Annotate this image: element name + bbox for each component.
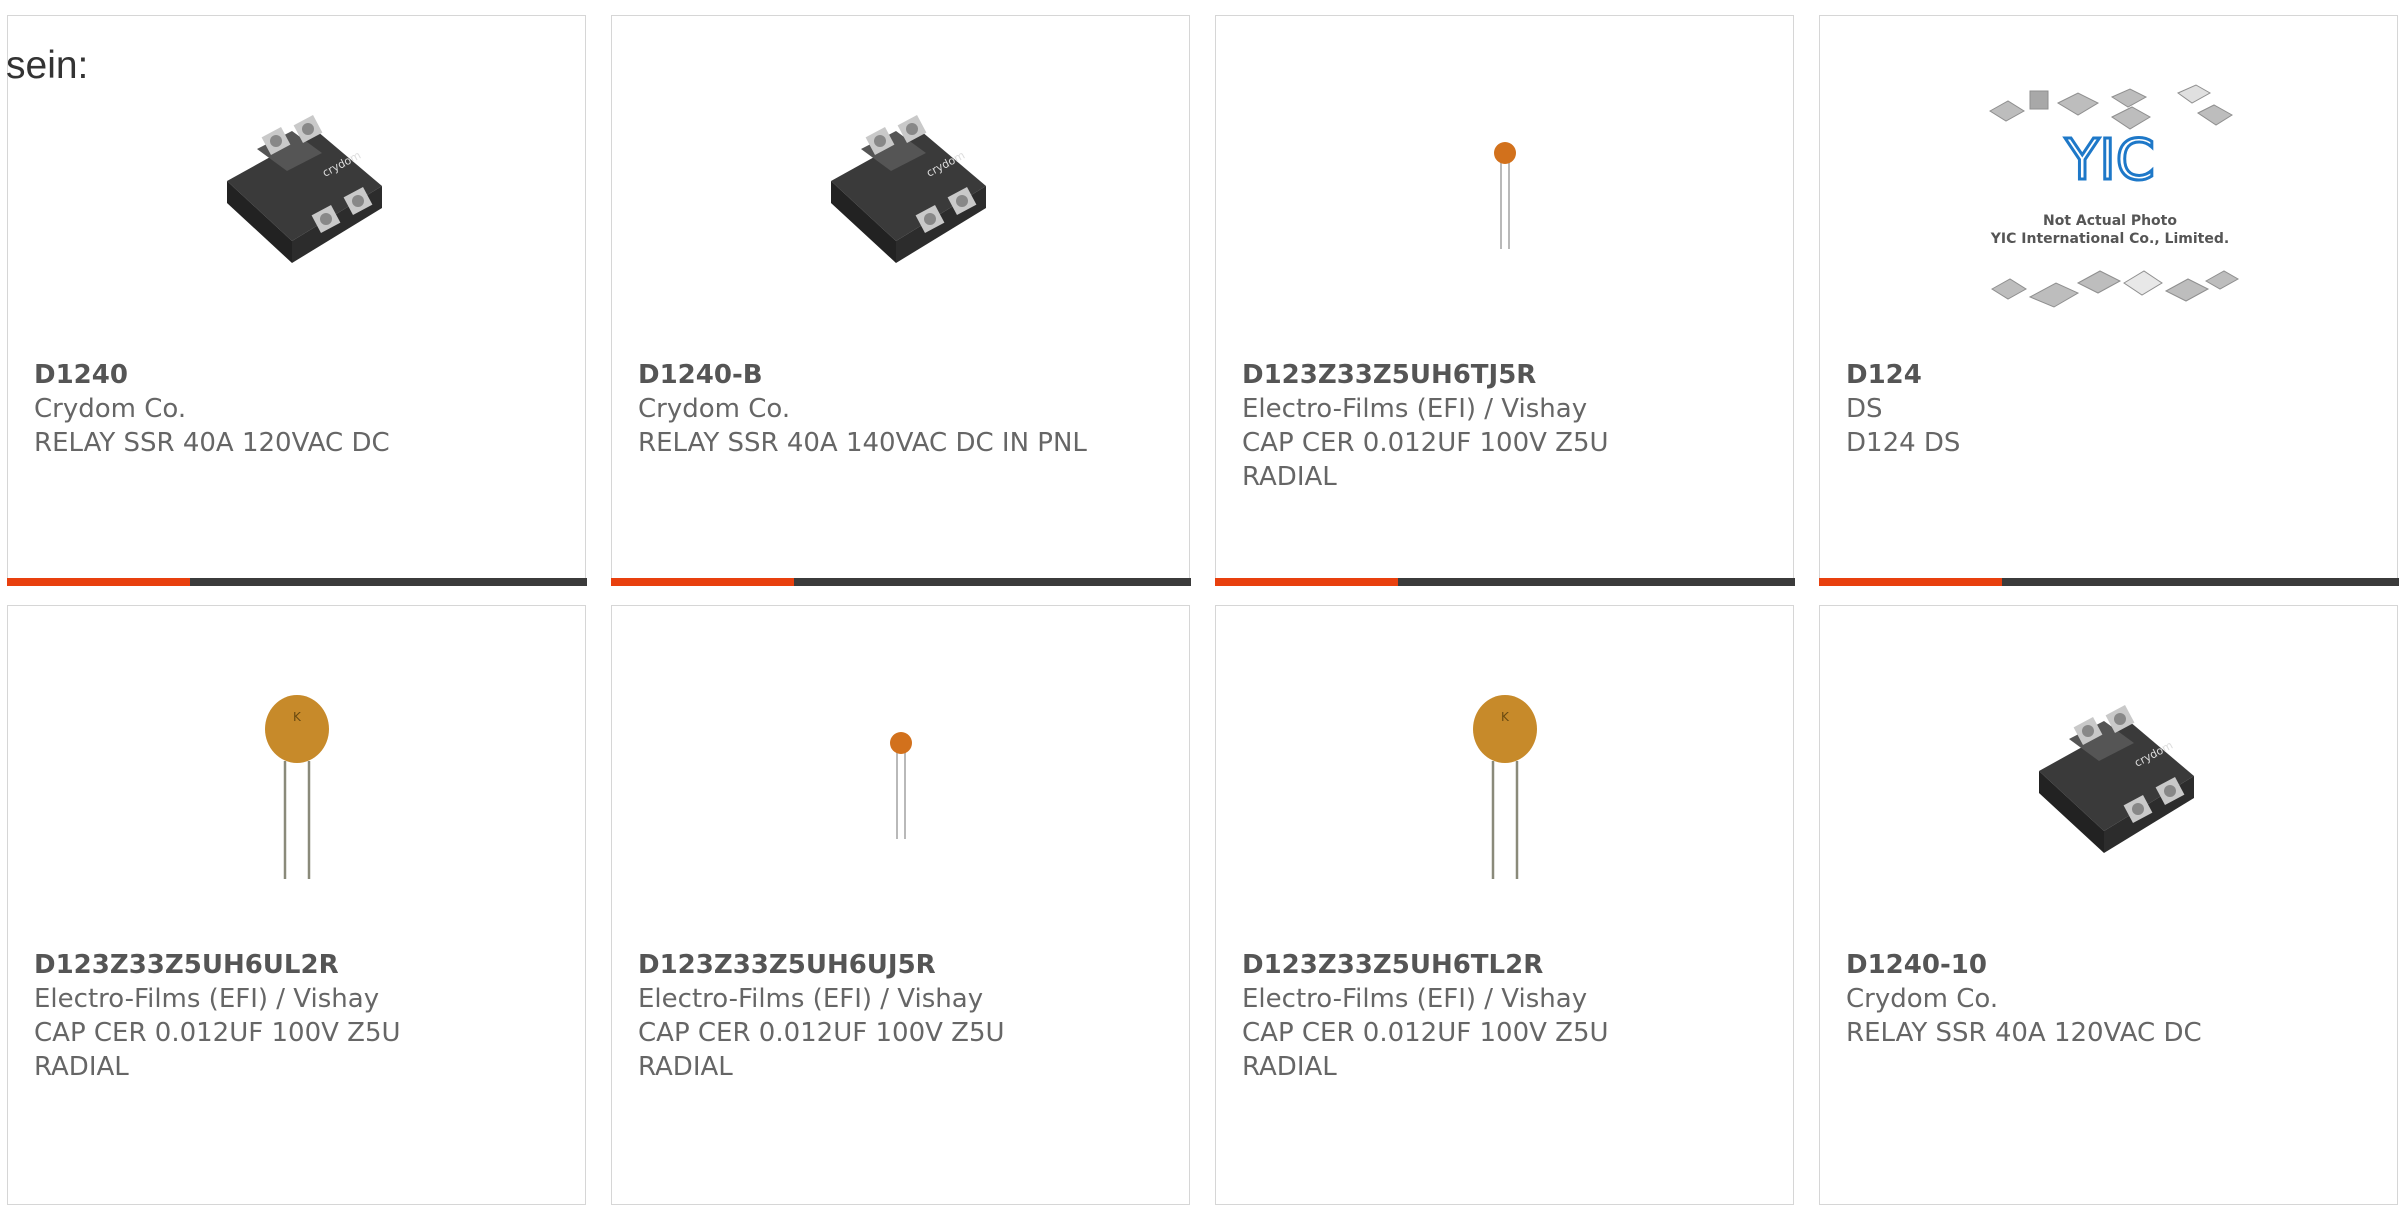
svg-text:K: K [293,710,302,724]
description: D124 DS [1846,428,1961,458]
card-bottom-bar [1214,577,1795,586]
manufacturer: Electro-Films (EFI) / Vishay [638,984,984,1014]
card-bottom-bar [1818,577,2399,586]
capacitor-icon [890,732,912,839]
product-image[interactable]: YIC Not Actual Photo YIC International C… [1970,84,2250,308]
product-image[interactable] [1400,86,1610,296]
product-card[interactable]: YIC Not Actual Photo YIC International C… [1818,15,2399,586]
part-number[interactable]: D1240 [34,358,494,392]
company-text: YIC International Co., Limited. [1990,231,2229,247]
manufacturer: Crydom Co. [638,394,791,424]
part-number[interactable]: D123Z33Z5UH6TL2R [1242,948,1702,982]
part-number[interactable]: D124 [1846,358,2306,392]
accent-bar [610,577,794,586]
card-bottom-bar [610,577,1191,586]
chips-icon: YIC Not Actual Photo YIC International C… [1989,84,2240,308]
leading-text: sein: [6,44,89,87]
manufacturer: Crydom Co. [1846,984,1999,1014]
yic-logo: YIC [2064,128,2155,193]
description: CAP CER 0.012UF 100V Z5U RADIAL [34,1018,401,1082]
capacitor-icon: K [265,695,329,879]
placeholder-image: YIC Not Actual Photo YIC International C… [1970,71,2250,311]
part-number[interactable]: D123Z33Z5UH6TJ5R [1242,358,1702,392]
accent-bar [1818,577,2002,586]
product-card[interactable]: D123Z33Z5UH6UJ5R Electro-Films (EFI) / V… [611,605,1190,1205]
capacitor-icon [1494,142,1516,249]
accent-bar [6,577,190,586]
svg-text:K: K [1501,710,1510,724]
not-actual-photo-text: Not Actual Photo [2043,213,2177,229]
part-number[interactable]: D123Z33Z5UH6UL2R [34,948,494,982]
part-number[interactable]: D123Z33Z5UH6UJ5R [638,948,1098,982]
description: RELAY SSR 40A 120VAC DC [1846,1018,2202,1048]
relay-icon: crydom [831,115,986,263]
relay-icon: crydom [227,115,382,263]
product-image[interactable]: crydom [192,86,402,296]
product-image[interactable]: crydom [796,86,1006,296]
relay-icon: crydom [2039,705,2194,853]
manufacturer: Electro-Films (EFI) / Vishay [1242,394,1588,424]
product-card[interactable]: crydom D1240-B Crydom Co. RELAY SSR 40A … [610,15,1191,586]
product-image[interactable] [796,676,1006,886]
manufacturer: Electro-Films (EFI) / Vishay [1242,984,1588,1014]
description: RELAY SSR 40A 120VAC DC [34,428,390,458]
product-image[interactable]: K [192,676,402,886]
product-card[interactable]: crydom D1240 Crydom Co. RELAY SSR 40A 12… [6,15,587,586]
description: RELAY SSR 40A 140VAC DC IN PNL [638,428,1087,458]
description: CAP CER 0.012UF 100V Z5U RADIAL [1242,1018,1609,1082]
product-card[interactable]: D123Z33Z5UH6TJ5R Electro-Films (EFI) / V… [1214,15,1795,586]
part-number[interactable]: D1240-B [638,358,1098,392]
product-card[interactable]: K D123Z33Z5UH6TL2R Electro-Films (EFI) /… [1215,605,1794,1205]
product-image[interactable]: K [1400,676,1610,886]
card-bottom-bar [6,577,587,586]
product-grid: crydom D1240 Crydom Co. RELAY SSR 40A 12… [0,0,2400,1205]
manufacturer: DS [1846,394,1883,424]
manufacturer: Electro-Films (EFI) / Vishay [34,984,380,1014]
product-card[interactable]: crydom D1240-10 Crydom Co. RELAY SSR 40A… [1819,605,2398,1205]
description: CAP CER 0.012UF 100V Z5U RADIAL [638,1018,1005,1082]
accent-bar [1214,577,1398,586]
manufacturer: Crydom Co. [34,394,187,424]
part-number[interactable]: D1240-10 [1846,948,2306,982]
description: CAP CER 0.012UF 100V Z5U RADIAL [1242,428,1609,492]
product-image[interactable]: crydom [2004,676,2214,886]
product-card[interactable]: K D123Z33Z5UH6UL2R Electro-Films (EFI) /… [7,605,586,1205]
capacitor-icon: K [1473,695,1537,879]
